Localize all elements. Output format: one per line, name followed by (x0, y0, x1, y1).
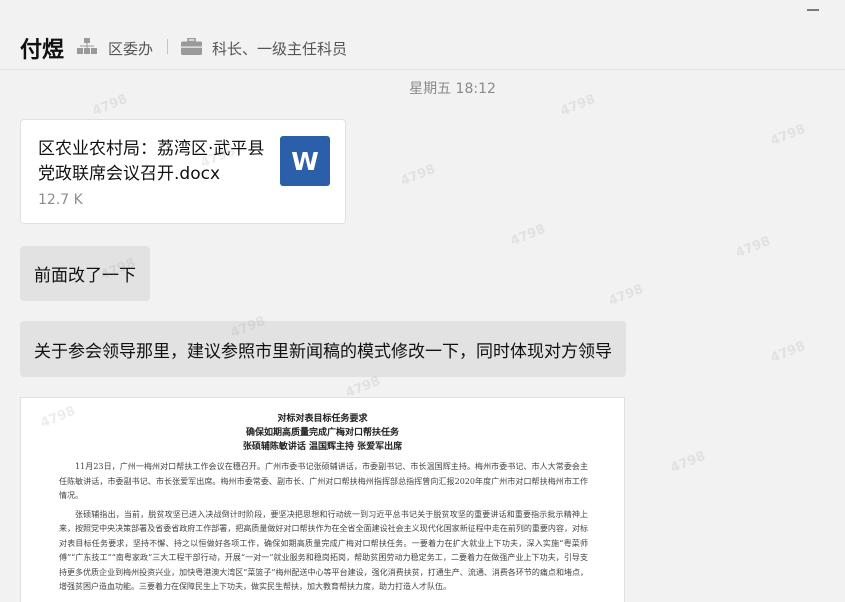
text-message-bubble[interactable]: 关于参会领导那里，建议参照市里新闻稿的模式修改一下，同时体现对方领导 (20, 321, 626, 377)
watermark-text: 4798 (733, 233, 773, 262)
job-title: 科长、一级主任科员 (212, 40, 348, 58)
briefcase-icon (181, 38, 202, 55)
org-structure-icon (77, 38, 97, 54)
watermark-text: 4798 (398, 161, 438, 190)
watermark-text: 4798 (508, 221, 548, 250)
chat-header: 付煜 区委办 科长、一级主任科员 (0, 0, 845, 70)
doc-title-line: 确保如期高质量完成广梅对口帮扶任务 (245, 428, 399, 438)
doc-body: 11月23日，广州一梅州对口帮扶工作会议在穗召开。广州市委书记张硕辅讲话，市委副… (59, 460, 588, 595)
doc-paragraph: 11月23日，广州一梅州对口帮扶工作会议在穗召开。广州市委书记张硕辅讲话，市委副… (59, 462, 588, 500)
file-message-card[interactable]: 区农业农村局：荔湾区·武平县党政联席会议召开.docx 12.7 K W (20, 119, 346, 224)
document-image-message[interactable]: 对标对表目标任务要求 确保如期高质量完成广梅对口帮扶任务 张硕辅陈敏讲话 温国辉… (20, 397, 625, 602)
watermark-text: 4798 (768, 338, 808, 367)
word-document-icon: W (280, 136, 330, 186)
watermark-text: 4798 (668, 448, 708, 477)
text-message-bubble[interactable]: 前面改了一下 (20, 246, 150, 301)
file-size: 12.7 K (38, 192, 83, 208)
watermark-text: 4798 (768, 121, 808, 150)
contact-name: 付煜 (20, 38, 65, 63)
doc-title-line: 张硕辅陈敏讲话 温国辉主持 张爱军出席 (242, 442, 403, 452)
header-separator (167, 39, 168, 54)
doc-paragraph: 张硕辅指出，当前，脱贫攻坚已进入决战倒计时阶段，要坚决把思想和行动统一到习近平总… (59, 509, 588, 592)
doc-title-line: 对标对表目标任务要求 (277, 414, 368, 424)
org-label: 区委办 (108, 40, 154, 58)
watermark-text: 4798 (606, 281, 646, 310)
message-timestamp: 星期五 18:12 (409, 81, 496, 97)
file-name: 区农业农村局：荔湾区·武平县党政联席会议召开.docx (38, 139, 265, 184)
